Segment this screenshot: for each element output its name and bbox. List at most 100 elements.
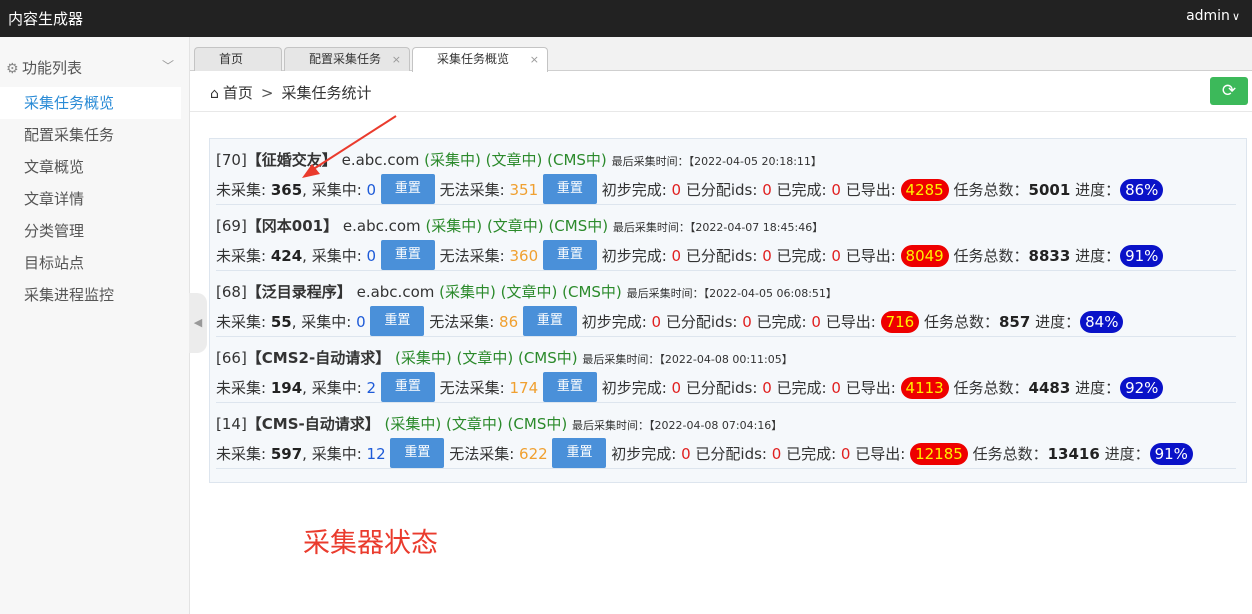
reset-cannot-button[interactable]: 重置 — [542, 239, 597, 270]
tab-config-task[interactable]: 配置采集任务 × — [284, 47, 410, 71]
uncollected-label: 未采集: — [216, 247, 267, 265]
task-id: [66] — [216, 349, 247, 367]
exported-badge: 12185 — [910, 443, 968, 465]
assigned-value: 0 — [742, 313, 752, 331]
reset-cannot-button[interactable]: 重置 — [552, 437, 607, 468]
uncollected-label: 未采集: — [216, 445, 267, 463]
sidebar-header-label: 功能列表 — [22, 59, 83, 77]
sidebar-item-process-monitor[interactable]: 采集进程监控 — [0, 279, 190, 311]
done-value: 0 — [831, 181, 841, 199]
last-time-label: 最后采集时间： — [611, 155, 689, 168]
total-label: 任务总数： — [953, 247, 1029, 265]
total-value: 5001 — [1028, 181, 1071, 199]
reset-cannot-button[interactable]: 重置 — [542, 371, 597, 402]
task-row: [66]【CMS2-自动请求】 (采集中) (文章中) (CMS中) 最后采集时… — [216, 337, 1236, 403]
assigned-value: 0 — [771, 445, 782, 463]
cannot-value: 86 — [499, 313, 519, 331]
sidebar-item-task-overview[interactable]: 采集任务概览 — [0, 87, 181, 119]
total-value: 13416 — [1047, 445, 1100, 463]
task-row: [68]【泛目录程序】 e.abc.com (采集中) (文章中) (CMS中)… — [216, 271, 1236, 337]
reset-collecting-button[interactable]: 重置 — [370, 305, 425, 336]
sidebar-header[interactable]: ⚙ 功能列表 ﹀ — [6, 57, 182, 79]
progress-badge: 84% — [1080, 311, 1124, 333]
chevron-left-icon: ◀ — [193, 316, 203, 329]
cannot-value: 622 — [519, 445, 548, 463]
task-name: 【冈本001】 — [246, 217, 339, 235]
task-stats: 未采集: 55, 采集中: 0 重置 无法采集: 86 重置 初步完成: 0 已… — [216, 305, 1124, 337]
cannot-label: 无法采集: — [449, 445, 515, 463]
sidebar-collapse-handle[interactable]: ◀ — [189, 293, 207, 353]
annotation-arrow — [302, 115, 397, 178]
task-row: [14]【CMS-自动请求】 (采集中) (文章中) (CMS中) 最后采集时间… — [216, 403, 1236, 469]
tab-label: 采集任务概览 — [437, 52, 510, 66]
sidebar: ⚙ 功能列表 ﹀ 采集任务概览 配置采集任务 文章概览 文章详情 分类管理 目标站… — [0, 37, 190, 614]
task-stats: 未采集: 597, 采集中: 12 重置 无法采集: 622 重置 初步完成: … — [216, 437, 1193, 469]
assigned-label: 已分配ids: — [695, 445, 767, 463]
sidebar-item-target-site[interactable]: 目标站点 — [0, 247, 190, 279]
top-bar: 内容生成器 admin ∨ — [0, 0, 1252, 37]
reset-cannot-button[interactable]: 重置 — [542, 173, 597, 204]
assigned-label: 已分配ids: — [685, 181, 758, 199]
last-time-label: 最后采集时间： — [582, 353, 660, 366]
close-icon[interactable]: × — [392, 48, 401, 71]
sidebar-item-category[interactable]: 分类管理 — [0, 215, 190, 247]
assigned-value: 0 — [762, 181, 772, 199]
sidebar-menu: 采集任务概览 配置采集任务 文章概览 文章详情 分类管理 目标站点 采集进程监控 — [0, 87, 190, 311]
collecting-value: 0 — [366, 247, 377, 265]
user-menu[interactable]: admin ∨ — [1186, 8, 1240, 24]
total-value: 857 — [999, 313, 1031, 331]
breadcrumb-home[interactable]: 首页 — [223, 84, 253, 102]
reset-cannot-button[interactable]: 重置 — [522, 305, 577, 336]
task-header: [14]【CMS-自动请求】 (采集中) (文章中) (CMS中) 最后采集时间… — [216, 413, 782, 434]
exported-badge: 4113 — [900, 377, 949, 399]
breadcrumb-bar: ⌂ 首页 > 采集任务统计 ⟳ — [190, 72, 1252, 112]
cannot-label: 无法采集: — [439, 379, 505, 397]
progress-badge: 91% — [1149, 443, 1193, 465]
reset-collecting-button[interactable]: 重置 — [380, 371, 435, 402]
status-collecting: (采集中) — [424, 151, 481, 169]
breadcrumb-current: 采集任务统计 — [281, 84, 372, 102]
done-label: 已完成: — [786, 445, 837, 463]
task-name: 【CMS-自动请求】 — [246, 415, 380, 433]
cannot-label: 无法采集: — [429, 313, 495, 331]
uncollected-value: 55 — [270, 313, 292, 331]
close-icon[interactable]: × — [530, 48, 539, 71]
cannot-value: 174 — [509, 379, 539, 397]
sidebar-item-article-overview[interactable]: 文章概览 — [0, 151, 190, 183]
tab-task-overview[interactable]: 采集任务概览 × — [412, 47, 548, 72]
collecting-label: , 采集中: — [302, 247, 362, 265]
chevron-down-icon[interactable]: ﹀ — [162, 57, 174, 74]
uncollected-label: 未采集: — [216, 181, 267, 199]
status-article: (文章中) — [485, 151, 543, 169]
prelim-label: 初步完成: — [601, 379, 667, 397]
task-name: 【泛目录程序】 — [246, 283, 352, 301]
uncollected-label: 未采集: — [216, 379, 267, 397]
uncollected-value: 194 — [270, 379, 303, 397]
prelim-label: 初步完成: — [601, 181, 667, 199]
status-collecting: (采集中) — [425, 217, 483, 235]
assigned-label: 已分配ids: — [685, 379, 758, 397]
tab-home[interactable]: 首页 — [194, 47, 282, 71]
task-header: [69]【冈本001】 e.abc.com (采集中) (文章中) (CMS中)… — [216, 215, 823, 236]
cannot-label: 无法采集: — [439, 181, 505, 199]
done-label: 已完成: — [776, 181, 827, 199]
sidebar-item-config-task[interactable]: 配置采集任务 — [0, 119, 190, 151]
exported-badge: 8049 — [900, 245, 949, 267]
prelim-label: 初步完成: — [611, 445, 677, 463]
sidebar-item-article-detail[interactable]: 文章详情 — [0, 183, 190, 215]
reset-collecting-button[interactable]: 重置 — [380, 239, 435, 270]
collecting-label: , 采集中: — [302, 379, 362, 397]
home-icon: ⌂ — [210, 86, 219, 102]
tab-label: 首页 — [219, 52, 244, 66]
done-value: 0 — [831, 379, 841, 397]
prelim-label: 初步完成: — [601, 247, 667, 265]
reset-collecting-button[interactable]: 重置 — [390, 437, 445, 468]
last-time-value: 【2022-04-05 20:18:11】 — [688, 155, 822, 168]
chevron-down-icon: ∨ — [1231, 10, 1240, 23]
status-cms: (CMS中) — [547, 151, 607, 169]
task-id: [68] — [216, 283, 247, 301]
app-title: 内容生成器 — [8, 10, 84, 28]
task-site: e.abc.com — [342, 217, 421, 235]
refresh-button[interactable]: ⟳ — [1210, 77, 1248, 105]
task-header: [66]【CMS2-自动请求】 (采集中) (文章中) (CMS中) 最后采集时… — [216, 347, 793, 368]
